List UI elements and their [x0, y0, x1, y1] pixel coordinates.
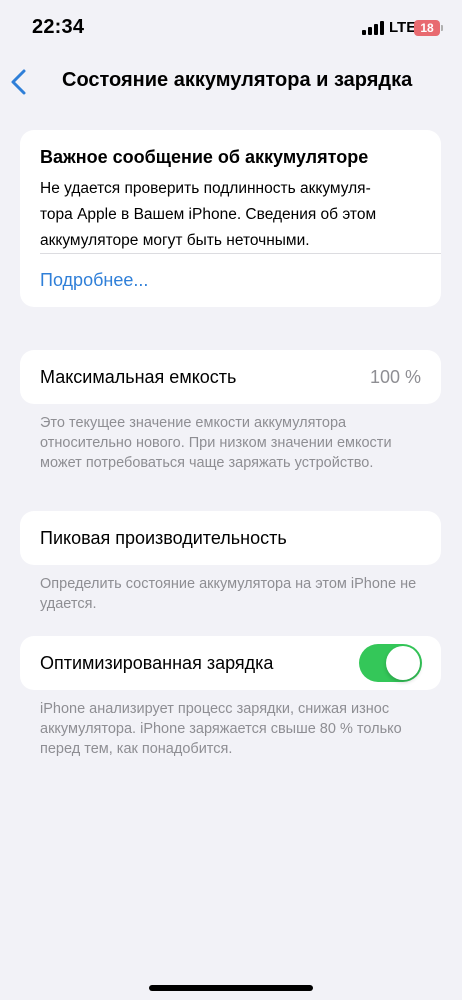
- status-time: 22:34: [32, 16, 85, 38]
- page-title: Состояние аккумулятора и зарядка: [62, 69, 413, 91]
- alert-text-line: аккумуляторе могут быть неточными.: [40, 232, 310, 249]
- toggle-knob: [386, 646, 420, 680]
- navigation-bar: Состояние аккумулятора и зарядка: [0, 56, 462, 108]
- learn-more-link[interactable]: Подробнее...: [40, 270, 148, 291]
- peak-performance-row[interactable]: Пиковая производительность: [20, 511, 441, 565]
- back-chevron-icon[interactable]: [8, 68, 32, 96]
- status-bar: 22:34 LTE 18: [0, 0, 462, 56]
- battery-alert-card: Важное сообщение об аккумуляторе Не удае…: [20, 130, 441, 307]
- cellular-signal-icon: [362, 21, 384, 35]
- max-capacity-label: Максимальная емкость: [40, 367, 237, 387]
- optimized-charging-label: Оптимизированная зарядка: [40, 653, 274, 673]
- battery-cap: [441, 25, 443, 31]
- optimized-charging-footnote: iPhone анализирует процесс зарядки, сниж…: [40, 701, 402, 757]
- max-capacity-value: 100 %: [369, 367, 421, 387]
- divider: [40, 253, 441, 254]
- battery-icon: 18: [414, 20, 440, 36]
- alert-text: Не удается проверить подлинность аккумул…: [40, 176, 425, 254]
- optimized-charging-toggle[interactable]: [359, 644, 422, 682]
- optimized-charging-row: Оптимизированная зарядка: [20, 636, 441, 690]
- peak-performance-footnote: Определить состояние аккумулятора на это…: [40, 576, 417, 612]
- max-capacity-footnote: Это текущее значение емкости аккумулятор…: [40, 415, 392, 471]
- home-indicator[interactable]: [149, 985, 313, 991]
- alert-text-line: тора Apple в Вашем iPhone. Сведения об э…: [40, 206, 377, 223]
- peak-performance-label: Пиковая производительность: [40, 528, 287, 548]
- alert-text-line: Не удается проверить подлинность аккумул…: [40, 180, 371, 197]
- max-capacity-row: Максимальная емкость 100 %: [20, 350, 441, 404]
- alert-title: Важное сообщение об аккумуляторе: [40, 147, 369, 167]
- network-type: LTE: [389, 19, 417, 36]
